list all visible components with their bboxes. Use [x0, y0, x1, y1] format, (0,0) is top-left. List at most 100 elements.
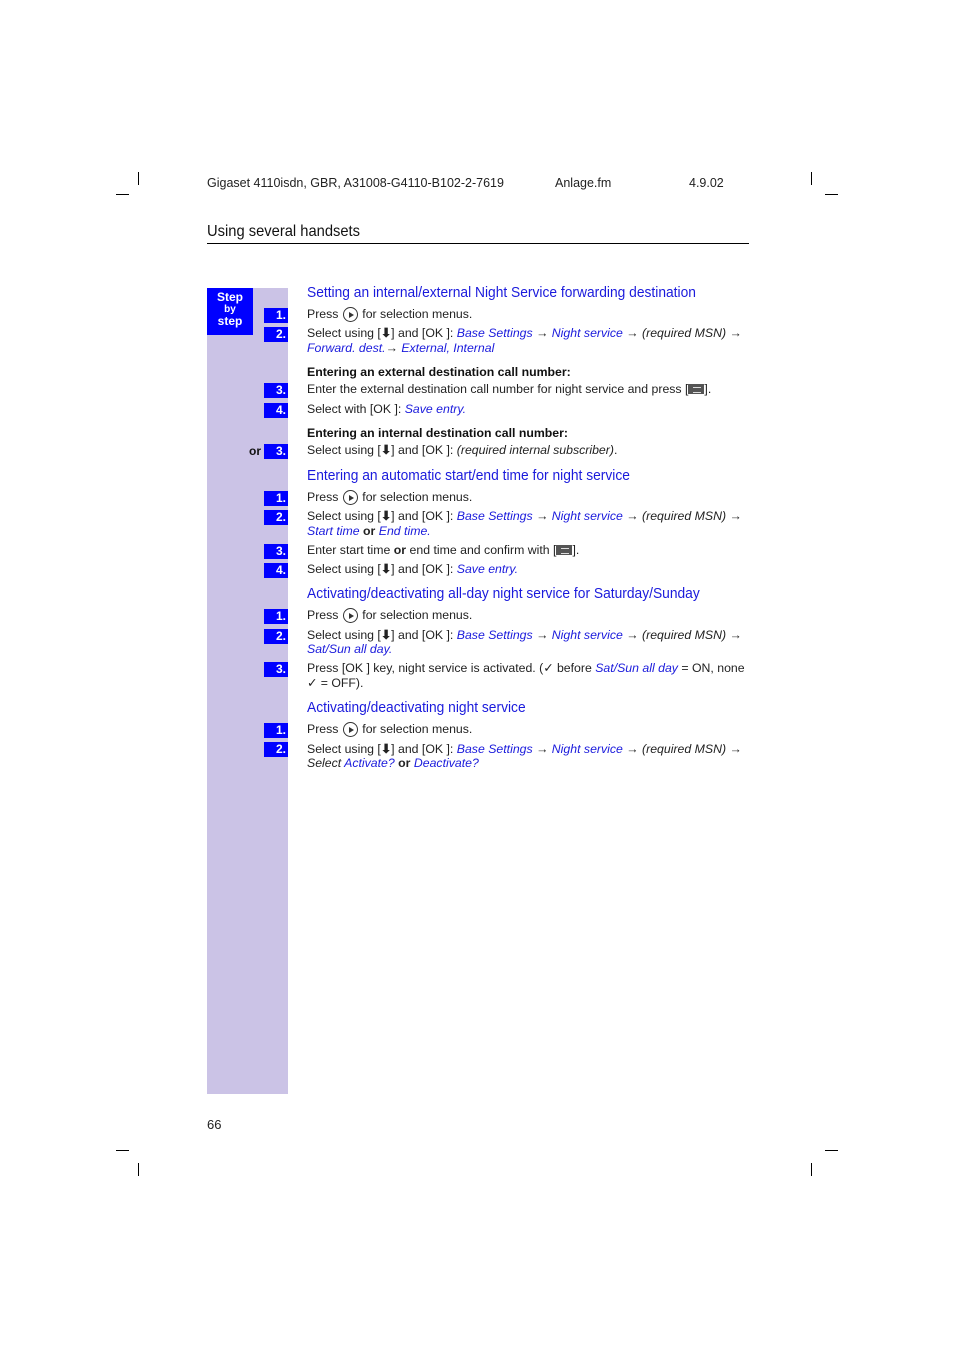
text: Enter start time	[307, 543, 394, 557]
crop-mark	[811, 172, 812, 185]
text: Select using [	[307, 443, 381, 457]
instruction-line: Select using [⬇] and [OK ]: Base Setting…	[307, 628, 742, 642]
arrow: →	[622, 628, 643, 642]
instruction-line: Press for selection menus.	[307, 608, 472, 623]
crop-mark	[811, 1163, 812, 1176]
text: Select	[307, 756, 345, 770]
menu-item: Base Settings	[456, 326, 533, 340]
instruction-line: Select with [OK ]: Save entry.	[307, 402, 466, 416]
text: for selection menus.	[362, 608, 473, 622]
text: ] and [OK ]:	[391, 443, 457, 457]
subheading: Entering an internal destination call nu…	[307, 426, 569, 440]
instruction-line: Press for selection menus.	[307, 307, 472, 322]
instruction-line: Press [OK ] key, night service is activa…	[307, 661, 745, 675]
arrow: →	[726, 509, 742, 523]
text: for selection menus.	[362, 307, 473, 321]
down-arrow-icon: ⬇	[380, 443, 392, 457]
arrow: →	[726, 628, 742, 642]
down-arrow-icon: ⬇	[380, 562, 392, 576]
text: Select using [	[307, 326, 381, 340]
text: Select using [	[307, 562, 381, 576]
step-number: 3.	[264, 544, 288, 559]
title-rule	[207, 243, 749, 244]
instruction-line: Select using [⬇] and [OK ]: Save entry.	[307, 562, 518, 576]
down-arrow-icon: ⬇	[380, 509, 392, 523]
crop-mark	[825, 1150, 838, 1151]
placeholder-text: (required MSN)	[642, 509, 727, 523]
text: ] and [OK ]:	[391, 509, 457, 523]
instruction-line: Sat/Sun all day.	[307, 642, 392, 656]
down-arrow-icon: ⬇	[380, 742, 392, 756]
text: end time and confirm with [	[406, 543, 557, 557]
subheading: Entering an external destination call nu…	[307, 365, 571, 379]
text: ] and [OK ]:	[391, 562, 457, 576]
menu-item: Night service	[551, 509, 623, 523]
step-by-step-badge: Step by step	[207, 288, 253, 335]
arrow: →	[726, 742, 742, 756]
instruction-line: Select using [⬇] and [OK ]: Base Setting…	[307, 742, 742, 756]
arrow: →	[622, 742, 643, 756]
text: Press [OK ] key, night service is activa…	[307, 661, 596, 675]
down-arrow-icon: ⬇	[380, 326, 392, 340]
instruction-line: Start time or End time.	[307, 524, 431, 538]
step-number: 4.	[264, 403, 288, 418]
instruction-line: Select using [⬇] and [OK ]: Base Setting…	[307, 509, 742, 523]
navigation-key-icon	[342, 490, 358, 505]
instruction-line: Press for selection menus.	[307, 490, 472, 505]
menu-item: Sat/Sun all day	[307, 642, 389, 656]
text: for selection menus.	[362, 722, 473, 736]
text: ] and [OK ]:	[391, 628, 457, 642]
arrow: →	[532, 742, 552, 756]
text: Press	[307, 307, 339, 321]
text: or	[394, 756, 414, 770]
menu-item: Save entry	[404, 402, 463, 416]
instruction-line: Select using [⬇] and [OK ]: (required in…	[307, 443, 617, 457]
text: .	[613, 443, 618, 457]
text: Select using [	[307, 628, 381, 642]
instruction-line: ✓ = OFF).	[307, 676, 364, 690]
menu-item: Deactivate?	[413, 756, 479, 770]
text: or	[393, 543, 407, 557]
text: Select using [	[307, 509, 381, 523]
text: ] and [OK ]:	[391, 326, 457, 340]
menu-item: Night service	[551, 628, 623, 642]
instruction-line: Select using [⬇] and [OK ]: Base Setting…	[307, 326, 742, 340]
instruction-line: Press for selection menus.	[307, 722, 472, 737]
instruction-line: Enter the external destination call numb…	[307, 382, 711, 396]
step-number: 3.	[264, 383, 288, 398]
instruction-line: Enter start time or end time and confirm…	[307, 543, 579, 557]
or-label: or	[249, 444, 261, 458]
menu-key-icon	[556, 545, 573, 555]
crop-mark	[116, 1150, 129, 1151]
text: Enter the external destination call numb…	[307, 382, 689, 396]
page-number: 66	[207, 1117, 222, 1132]
crop-mark	[825, 194, 838, 195]
menu-item: Start time	[307, 524, 360, 538]
text: .	[462, 402, 467, 416]
navigation-key-icon	[342, 722, 358, 737]
placeholder-text: (required MSN)	[642, 742, 727, 756]
step-number: 1.	[264, 491, 288, 506]
text: Select with [OK ]:	[307, 402, 405, 416]
text: .	[427, 524, 431, 538]
menu-item: Base Settings	[456, 742, 533, 756]
doc-date: 4.9.02	[689, 176, 724, 190]
step-number: 4.	[264, 563, 288, 578]
menu-item: Base Settings	[456, 628, 533, 642]
menu-item: End time	[378, 524, 428, 538]
step-number: 1.	[264, 723, 288, 738]
step-number: 2.	[264, 629, 288, 644]
menu-item: Night service	[551, 326, 623, 340]
step-number: 1.	[264, 308, 288, 323]
section-heading: Activating/deactivating all-day night se…	[307, 585, 700, 602]
step-number: 3.	[264, 444, 288, 459]
placeholder-text: (required internal subscriber)	[456, 443, 614, 457]
text: Press	[307, 608, 339, 622]
instruction-line: Forward. dest.→ External, Internal	[307, 341, 494, 355]
menu-item: Save entry	[456, 562, 515, 576]
step-number: 2.	[264, 327, 288, 342]
text: ] and [OK ]:	[391, 742, 457, 756]
arrow: →	[726, 326, 742, 340]
step-number: 3.	[264, 662, 288, 677]
text: or	[359, 524, 379, 538]
